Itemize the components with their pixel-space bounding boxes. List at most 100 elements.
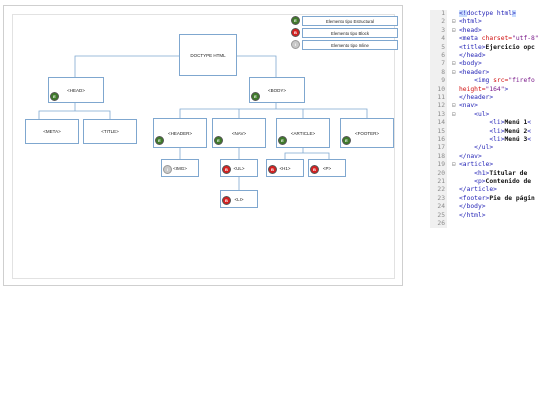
code-token: <title> — [459, 43, 486, 51]
line-number: 13 — [437, 110, 445, 118]
line-number: 19 — [437, 161, 445, 169]
code-line[interactable]: 2 ⊟ <html> — [430, 18, 540, 26]
code-token: <li> — [489, 136, 505, 143]
code-text: </article> — [459, 186, 497, 194]
code-line[interactable]: 1 <!doctype html> — [430, 10, 540, 18]
code-line[interactable]: 10 height="164"> — [430, 86, 540, 94]
block-badge: B — [222, 165, 231, 174]
line-number: 17 — [437, 144, 445, 152]
code-line[interactable]: 9 <img src="firefo — [430, 77, 540, 85]
code-line[interactable]: 12 ⊟ <nav> — [430, 102, 540, 110]
line-number: 20 — [437, 169, 445, 177]
code-line[interactable]: 21 <p>Contenido de — [430, 178, 540, 186]
code-text: <!doctype html> — [459, 10, 516, 18]
code-line[interactable]: 5 <title>Ejercicio opc — [430, 44, 540, 52]
code-line[interactable]: 6 </head> — [430, 52, 540, 60]
code-line[interactable]: 17 </ul> — [430, 144, 540, 152]
code-text: <head> — [459, 27, 482, 35]
code-token: Pie de págin — [489, 194, 535, 202]
code-line[interactable]: 4 <meta charset="utf-8" — [430, 35, 540, 43]
node-meta-label: <META> — [43, 129, 61, 134]
node-img-label: <IMG> — [173, 165, 187, 171]
block-badge: B — [268, 165, 277, 174]
code-token: "firefo — [508, 77, 535, 85]
code-token: <nav> — [459, 102, 478, 110]
code-line[interactable]: 18 </nav> — [430, 153, 540, 161]
connector-doctype-head — [74, 55, 179, 77]
code-line[interactable]: 20 <h1>Titular de — [430, 170, 540, 178]
code-token: <h1> — [474, 169, 490, 177]
node-img: <IMG> I — [161, 159, 199, 177]
node-p: <P> B — [308, 159, 346, 177]
block-badge: B — [222, 196, 231, 205]
code-token: <li> — [489, 127, 505, 135]
code-text: <article> — [459, 161, 493, 169]
node-meta: <META> — [25, 119, 79, 144]
code-token: <head> — [459, 26, 482, 34]
node-nav: <NAV> E — [212, 118, 266, 148]
code-line[interactable]: 14 <li>Menú 1< — [430, 119, 540, 127]
node-body-label: <BODY> — [267, 87, 286, 93]
code-line[interactable]: 13 ⊟ <ul> — [430, 111, 540, 119]
line-number: 25 — [437, 211, 445, 219]
connector-doctype-body — [237, 55, 277, 77]
line-number: 2 — [441, 18, 445, 26]
inline-badge: I — [163, 165, 172, 174]
node-title-label: <TITLE> — [101, 129, 119, 134]
code-text: <meta charset="utf-8" — [459, 35, 539, 43]
code-token: charset= — [481, 35, 513, 43]
code-line[interactable]: 16 <li>Menú 3< — [430, 136, 540, 144]
code-token: "utf-8" — [512, 35, 539, 43]
line-number: 7 — [441, 60, 445, 68]
node-body: <BODY> E — [249, 77, 305, 103]
code-editor[interactable]: 1 <!doctype html> 2 ⊟ <html> 3 ⊟ <head> 4 <meta c… — [430, 10, 540, 228]
code-token: <ul> — [474, 110, 490, 118]
line-number: 4 — [441, 35, 445, 43]
code-line[interactable]: 22 </article> — [430, 186, 540, 194]
code-line[interactable]: 23 <footer>Pie de págin — [430, 195, 540, 203]
code-token: Menú 2 — [504, 127, 528, 135]
line-number: 12 — [437, 102, 445, 110]
code-line[interactable]: 3 ⊟ <head> — [430, 27, 540, 35]
structural-badge: E — [214, 136, 223, 145]
code-token: height= — [459, 85, 486, 93]
code-line[interactable]: 25 </html> — [430, 212, 540, 220]
structural-badge: E — [155, 136, 164, 145]
code-text: </body> — [459, 203, 486, 211]
block-badge: B — [291, 28, 300, 37]
code-token: </ul> — [474, 144, 494, 152]
code-line[interactable]: 26 — [430, 220, 540, 228]
code-line[interactable]: 15 <li>Menú 2< — [430, 128, 540, 136]
line-number: 26 — [437, 220, 445, 227]
node-li-label: <LI> — [234, 196, 244, 202]
code-text: </html> — [459, 212, 486, 220]
code-text: <ul> — [459, 111, 489, 119]
code-token: < — [527, 119, 532, 127]
code-text: <li>Menú 1< — [459, 119, 531, 127]
structural-badge: E — [342, 136, 351, 145]
code-line[interactable]: 11 </header> — [430, 94, 540, 102]
line-number: 3 — [441, 26, 445, 34]
code-token: > — [504, 85, 509, 93]
node-header-label: <HEADER> — [167, 130, 192, 136]
code-line[interactable]: 19 ⊟ <article> — [430, 161, 540, 169]
node-nav-label: <NAV> — [231, 130, 247, 136]
node-header: <HEADER> E — [153, 118, 207, 148]
code-text: <body> — [459, 60, 482, 68]
code-token: "164" — [485, 85, 505, 93]
code-line[interactable]: 24 </body> — [430, 203, 540, 211]
code-line[interactable]: 8 ⊟ <header> — [430, 69, 540, 77]
node-p-label: <P> — [322, 165, 332, 171]
node-article: <ARTICLE> E — [276, 118, 330, 148]
code-line[interactable]: 7 ⊟ <body> — [430, 60, 540, 68]
line-number: 22 — [437, 186, 445, 194]
code-token: </head> — [459, 52, 486, 59]
node-article-label: <ARTICLE> — [290, 130, 316, 136]
code-token: </body> — [459, 203, 486, 211]
node-doctype-label: DOCTYPE HTML — [190, 52, 226, 58]
code-token: <meta — [459, 35, 482, 43]
